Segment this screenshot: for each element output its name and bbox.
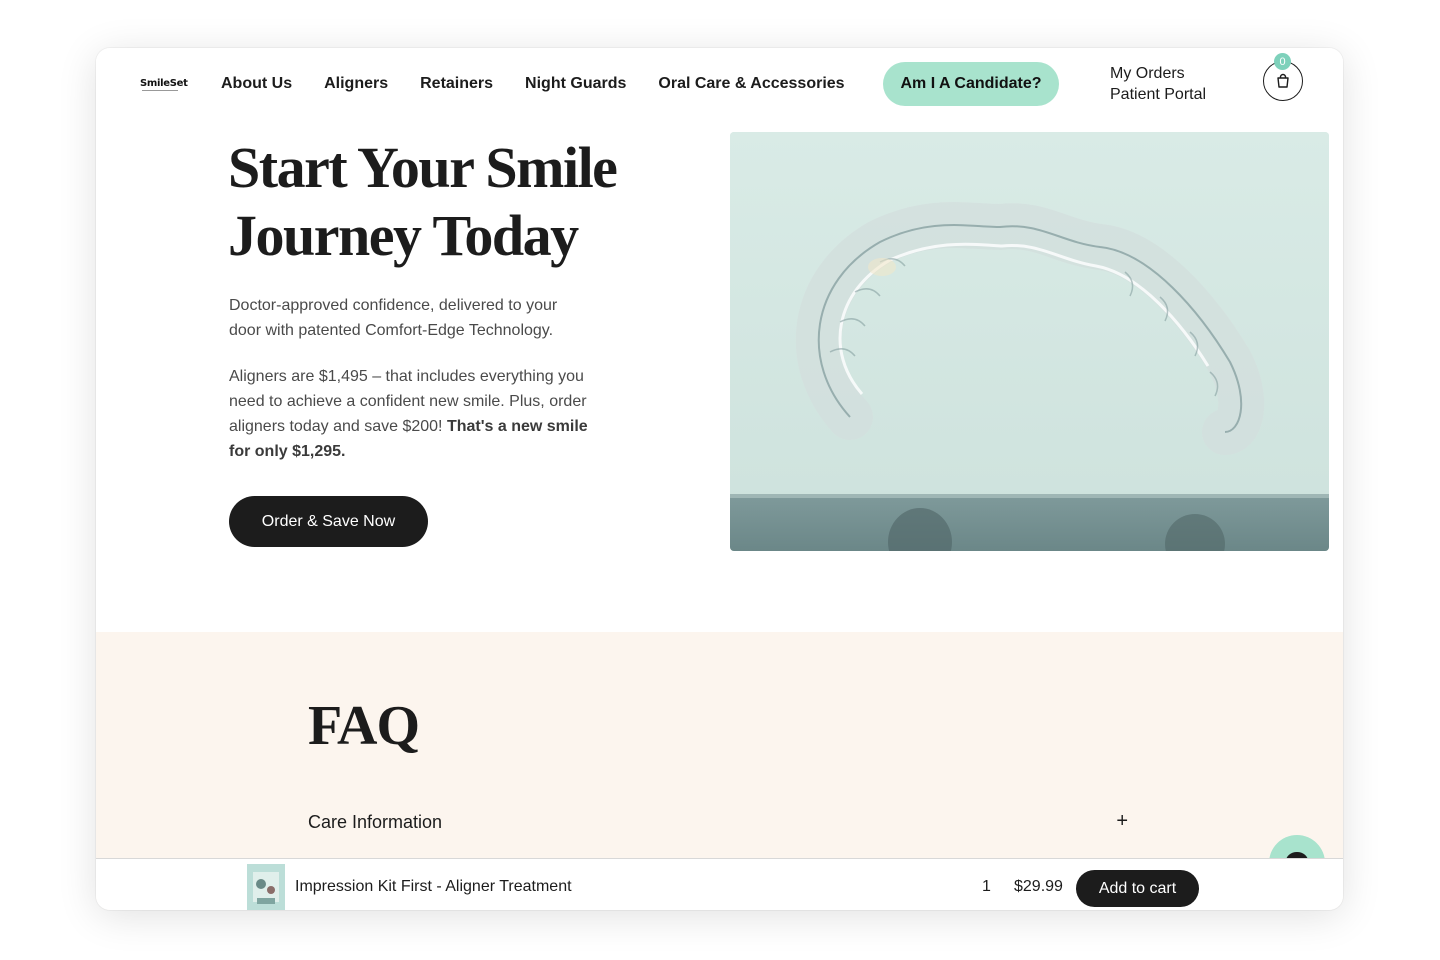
nav-item-about-us[interactable]: About Us [221, 74, 292, 94]
hero-title-line2: Journey Today [228, 203, 579, 268]
hero-pricing-text: Aligners are $1,495 – that includes ever… [229, 364, 589, 464]
candidate-button[interactable]: Am I A Candidate? [883, 62, 1059, 106]
nav-item-retainers[interactable]: Retainers [420, 74, 493, 94]
faq-title: FAQ [308, 695, 420, 757]
browser-window: SmileSet About Us Aligners Retainers Nig… [96, 48, 1343, 910]
hero-title: Start Your Smile Journey Today [228, 134, 648, 270]
product-price: $29.99 [1014, 878, 1063, 895]
patient-portal-link[interactable]: Patient Portal [1110, 84, 1206, 105]
clear-aligner-illustration [730, 132, 1329, 551]
hero-aligner-image [730, 132, 1329, 551]
nav-item-night-guards[interactable]: Night Guards [525, 74, 626, 94]
impression-kit-image [247, 864, 285, 910]
faq-item-care-information[interactable]: Care Information + [308, 810, 1128, 836]
brand-logo[interactable]: SmileSet [140, 78, 188, 91]
my-orders-link[interactable]: My Orders [1110, 63, 1206, 84]
shopping-bag-icon [1277, 73, 1289, 88]
nav-item-aligners[interactable]: Aligners [324, 74, 388, 94]
faq-item-label: Care Information [308, 812, 443, 832]
hero-description: Doctor-approved confidence, delivered to… [229, 297, 558, 339]
product-name: Impression Kit First - Aligner Treatment [295, 878, 572, 895]
cart-count-badge: 0 [1274, 53, 1291, 70]
logo-underline [142, 90, 178, 91]
site-header: SmileSet About Us Aligners Retainers Nig… [96, 48, 1343, 128]
product-thumbnail [247, 864, 285, 910]
account-links: My Orders Patient Portal [1110, 63, 1206, 105]
main-nav: About Us Aligners Retainers Night Guards… [221, 74, 877, 94]
plus-icon[interactable]: + [1116, 810, 1128, 832]
brand-logo-text: SmileSet [140, 78, 188, 89]
hero-title-line1: Start Your Smile [228, 135, 618, 200]
product-quantity[interactable]: 1 [982, 878, 991, 896]
nav-item-oral-care[interactable]: Oral Care & Accessories [658, 74, 844, 94]
order-save-button[interactable]: Order & Save Now [229, 496, 428, 547]
add-to-cart-button[interactable]: Add to cart [1076, 870, 1199, 907]
sticky-product-bar: Impression Kit First - Aligner Treatment… [96, 858, 1343, 910]
